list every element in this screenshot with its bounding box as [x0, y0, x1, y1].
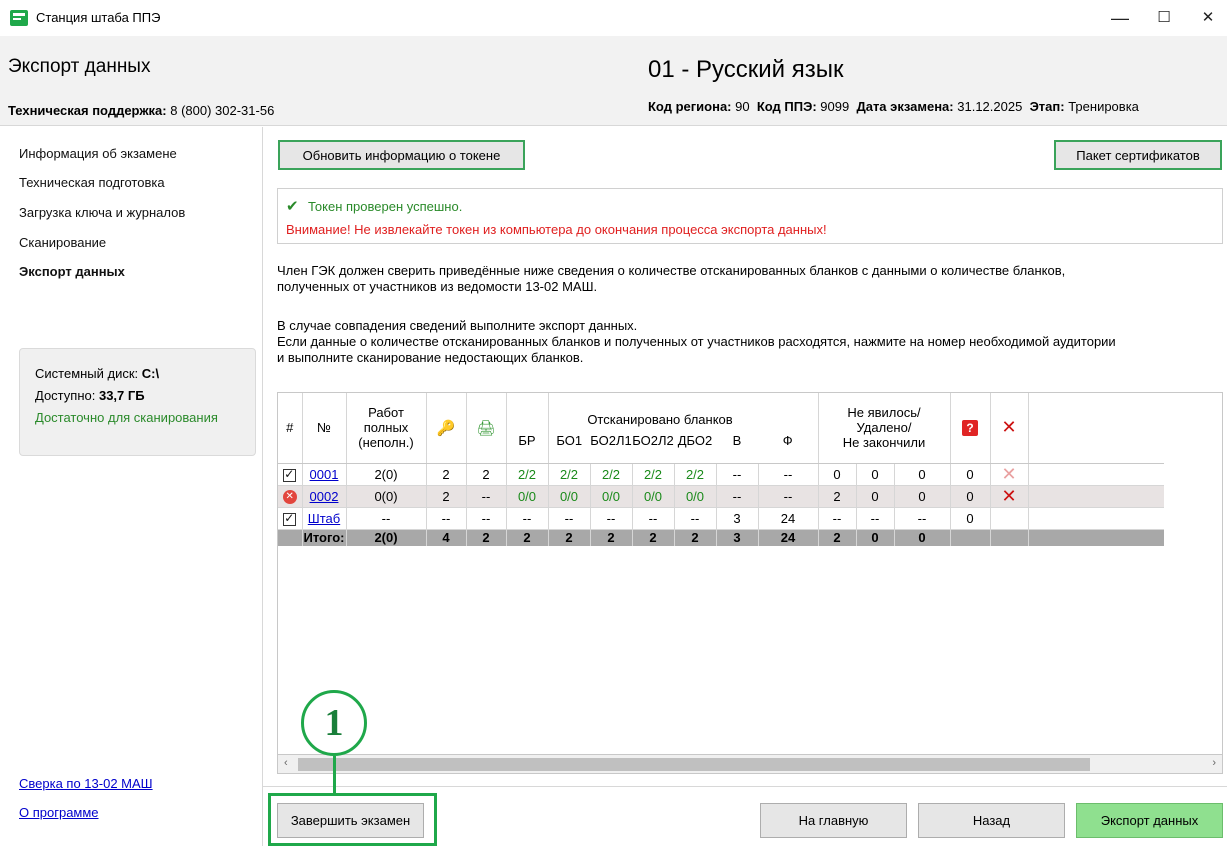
- headquarters-link[interactable]: Штаб: [308, 511, 340, 526]
- sidebar-item-exam-info[interactable]: Информация об экзамене: [19, 146, 177, 161]
- disk-info-panel: Системный диск: C:\ Доступно: 33,7 ГБ До…: [19, 348, 256, 456]
- audience-link[interactable]: 0001: [310, 467, 339, 482]
- col-br: БР: [506, 393, 549, 464]
- table-row: 0001 2(0) 2 2 2/2 2/2 2/2 2/2 2/2 -- -- …: [278, 463, 1164, 486]
- col-bo2l1: Отсканировано бланков БО2Л1: [587, 393, 733, 464]
- table-row: Штаб -- -- -- -- -- -- -- -- 3 24 -- -- …: [278, 507, 1164, 530]
- printer-icon: 🖨: [476, 419, 496, 437]
- help-icon: ?: [962, 419, 978, 436]
- row-checkbox[interactable]: [278, 507, 303, 530]
- sidebar-item-tech-prep[interactable]: Техническая подготовка: [19, 175, 165, 190]
- export-data-button[interactable]: Экспорт данных: [1076, 803, 1223, 838]
- sidebar-item-key-load[interactable]: Загрузка ключа и журналов: [19, 205, 185, 220]
- scroll-right-icon[interactable]: ›: [1212, 757, 1216, 769]
- col-print: 🖨: [466, 393, 507, 464]
- page-title: Экспорт данных: [8, 56, 151, 77]
- support-phone: 8 (800) 302-31-56: [170, 103, 275, 118]
- col-works: Работ полных (неполн.): [346, 393, 427, 464]
- sidebar: Информация об экзамене Техническая подго…: [0, 127, 263, 846]
- error-icon: ✕: [282, 489, 297, 504]
- disk-status: Достаточно для сканирования: [35, 410, 218, 425]
- row-error: ✕: [278, 485, 303, 508]
- close-button[interactable]: ✕: [1188, 6, 1227, 30]
- stage-value: Тренировка: [1068, 99, 1139, 114]
- col-dbo2: ДБО2: [674, 393, 716, 464]
- col-delete: ✕: [990, 393, 1029, 464]
- sidebar-item-export[interactable]: Экспорт данных: [19, 264, 125, 279]
- col-key: 🔑: [426, 393, 467, 464]
- ppe-label: Код ППЭ:: [756, 99, 817, 114]
- col-absent: Не явилось/Удалено/Не закончили: [818, 393, 951, 464]
- token-status-box: ✔ Токен проверен успешно. Внимание! Не и…: [277, 188, 1223, 244]
- annotation-highlight: [268, 793, 437, 846]
- col-hash: #: [278, 393, 303, 464]
- date-label: Дата экзамена:: [856, 99, 954, 114]
- annotation-connector: [333, 756, 336, 794]
- key-icon: 🔑: [436, 419, 456, 437]
- delete-row-icon[interactable]: ✕: [1001, 486, 1016, 506]
- disk-free-line: Доступно: 33,7 ГБ: [35, 388, 145, 403]
- annotation-marker: 1: [301, 690, 367, 756]
- delete-icon: ✕: [1001, 417, 1017, 438]
- date-value: 31.12.2025: [957, 99, 1023, 114]
- col-f: Ф: [758, 393, 819, 464]
- checkmark-icon: ✔: [286, 198, 299, 215]
- home-button[interactable]: На главную: [760, 803, 907, 838]
- region-value: 90: [735, 99, 750, 114]
- col-num: №: [302, 393, 347, 464]
- exam-meta: Код региона: 90 Код ППЭ: 9099 Дата экзам…: [648, 99, 1139, 114]
- token-warning-text: Внимание! Не извлекайте токен из компьют…: [286, 222, 827, 237]
- disk-line: Системный диск: C:\: [35, 366, 160, 381]
- audience-link[interactable]: 0002: [310, 489, 339, 504]
- maximize-button[interactable]: ☐: [1144, 6, 1184, 30]
- about-link[interactable]: О программе: [19, 805, 99, 820]
- scrollbar-thumb[interactable]: [298, 758, 1090, 771]
- instructions-p1: Член ГЭК должен сверить приведённые ниже…: [277, 263, 1066, 294]
- minimize-button[interactable]: —: [1100, 6, 1140, 30]
- row-checkbox[interactable]: [278, 463, 303, 486]
- col-filler: [1028, 393, 1164, 464]
- window-titlebar: Станция штаба ППЭ — ☐ ✕: [0, 0, 1227, 36]
- col-bo1: БО1: [548, 393, 590, 464]
- scroll-left-icon[interactable]: ‹: [284, 757, 288, 769]
- reconcile-link[interactable]: Сверка по 13-02 МАШ: [19, 776, 153, 791]
- instructions-p2: В случае совпадения сведений выполните э…: [277, 318, 1116, 365]
- col-v: В: [716, 393, 758, 464]
- horizontal-scrollbar[interactable]: ‹ ›: [277, 754, 1223, 774]
- region-label: Код региона:: [648, 99, 732, 114]
- refresh-token-button[interactable]: Обновить информацию о токене: [278, 140, 525, 170]
- scanned-group-header: Отсканировано бланков: [587, 412, 733, 427]
- footer-divider: [263, 786, 1227, 787]
- support-label: Техническая поддержка:: [8, 103, 167, 118]
- total-row: Итого: 2(0) 4 2 2 2 2 2 2 3 24 2 0 0: [278, 529, 1164, 546]
- cert-package-button[interactable]: Пакет сертификатов: [1054, 140, 1222, 170]
- window-title: Станция штаба ППЭ: [36, 10, 161, 25]
- col-bo2l2: БО2Л2: [632, 393, 674, 464]
- delete-row-icon[interactable]: ✕: [1001, 464, 1016, 484]
- stage-label: Этап:: [1029, 99, 1065, 114]
- support-info: Техническая поддержка: 8 (800) 302-31-56: [8, 103, 274, 118]
- exam-title: 01 - Русский язык: [648, 56, 844, 83]
- ppe-value: 9099: [820, 99, 850, 114]
- table-row: ✕ 0002 0(0) 2 -- 0/0 0/0 0/0 0/0 0/0 -- …: [278, 485, 1164, 508]
- token-ok-text: Токен проверен успешно.: [308, 199, 463, 214]
- app-icon: [10, 10, 28, 26]
- sidebar-item-scanning[interactable]: Сканирование: [19, 235, 106, 250]
- audience-table: # № Работ полных (неполн.) 🔑 🖨 БР БО1 Отск…: [277, 392, 1223, 774]
- back-button[interactable]: Назад: [918, 803, 1065, 838]
- col-help: ?: [950, 393, 991, 464]
